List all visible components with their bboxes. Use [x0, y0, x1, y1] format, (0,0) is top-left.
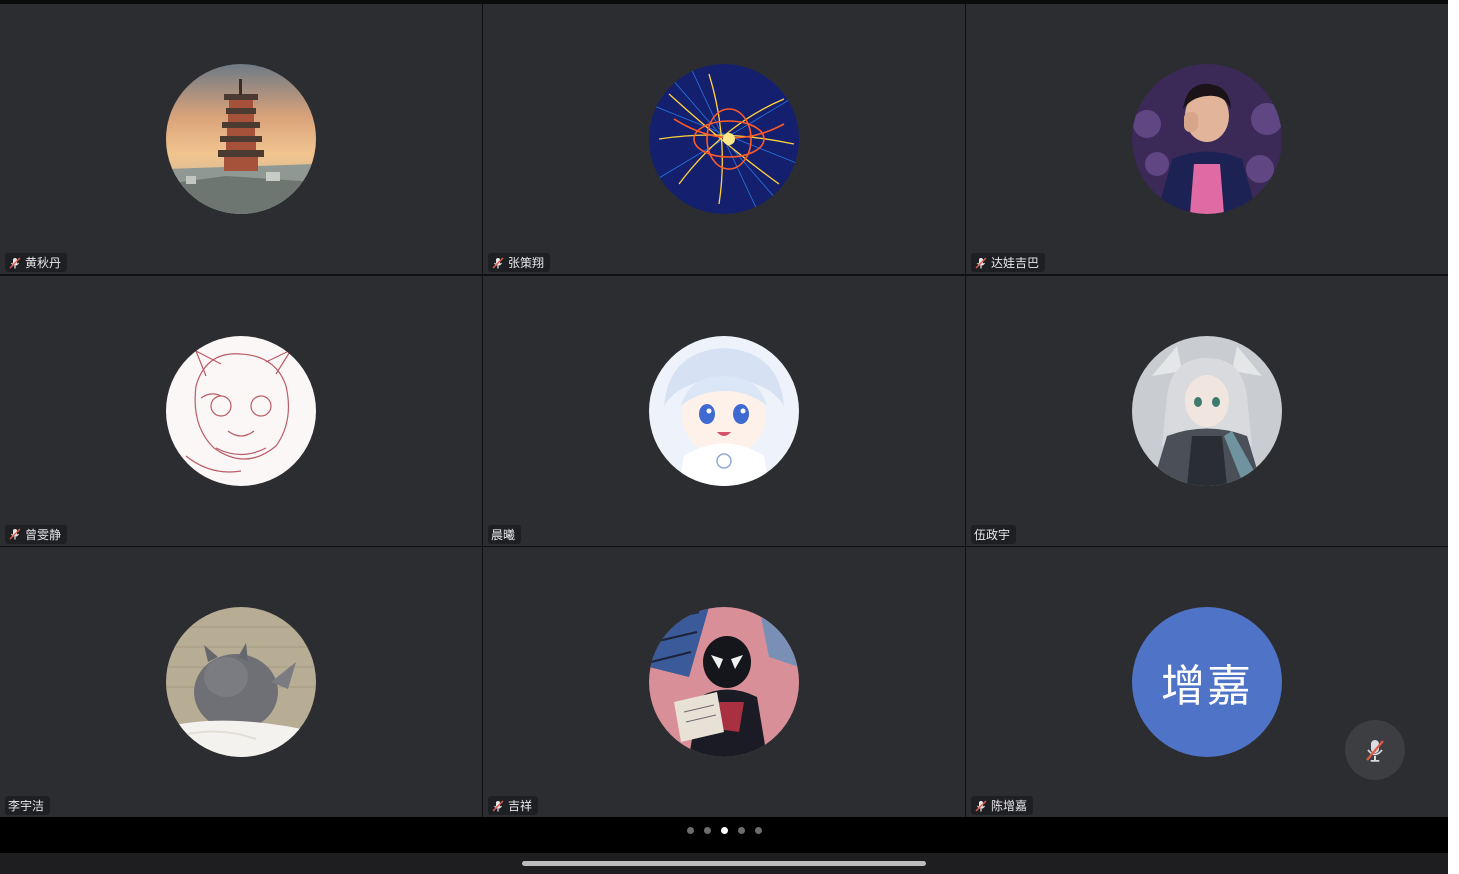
participant-tile[interactable]: 张策翔 [483, 4, 965, 274]
avatar [166, 607, 316, 757]
name-tag: 吉祥 [488, 796, 539, 815]
page-indicator[interactable] [0, 827, 1448, 834]
participant-name: 李宇洁 [8, 799, 45, 813]
meeting-screen: 黄秋丹 张策翔 达娃吉巴 曾雯静 晨曦 伍政宇 李宇洁 吉祥 增嘉 陈增嘉 [0, 0, 1448, 874]
home-bar [0, 853, 1448, 874]
avatar [649, 64, 799, 214]
participant-tile[interactable]: 李宇洁 [0, 547, 482, 817]
avatar [166, 335, 316, 486]
avatar [649, 335, 799, 486]
participant-name: 吉祥 [508, 799, 533, 813]
name-tag: 李宇洁 [5, 796, 51, 815]
cat-avatar-image [166, 607, 316, 757]
particle-avatar-image [649, 64, 799, 214]
sketch-avatar-image [166, 335, 316, 486]
anime-avatar-image [649, 335, 799, 486]
mic-muted-icon [1366, 740, 1384, 762]
name-tag: 晨曦 [488, 524, 522, 544]
participant-name: 伍政宇 [974, 527, 1011, 542]
anime-character-avatar-image [1132, 335, 1282, 486]
initials-avatar: 增嘉 [1132, 607, 1282, 757]
participant-name: 曾雯静 [25, 527, 62, 542]
mic-toggle-button[interactable] [1345, 720, 1405, 780]
pager-bar [0, 817, 1448, 853]
participant-tile[interactable]: 曾雯静 [0, 275, 482, 546]
name-tag: 张策翔 [488, 253, 551, 272]
participant-tile[interactable]: 黄秋丹 [0, 4, 482, 274]
page-dot[interactable] [703, 827, 711, 834]
name-tag: 曾雯静 [5, 524, 68, 544]
avatar [1132, 64, 1282, 214]
participant-name: 达娃吉巴 [991, 256, 1040, 270]
mic-muted-icon [8, 527, 22, 541]
page-dot[interactable] [686, 827, 694, 834]
comic-avatar-image [649, 607, 799, 757]
participant-name: 黄秋丹 [25, 256, 62, 270]
home-indicator[interactable] [522, 861, 926, 866]
mic-muted-icon [491, 256, 505, 270]
participant-name: 晨曦 [491, 527, 516, 542]
pagoda-avatar-image [166, 64, 316, 214]
name-tag: 陈增嘉 [971, 796, 1034, 815]
avatar [649, 607, 799, 757]
participant-tile[interactable]: 晨曦 [483, 275, 965, 546]
name-tag: 黄秋丹 [5, 253, 68, 272]
participant-tile[interactable]: 伍政宇 [966, 275, 1448, 546]
avatar [1132, 335, 1282, 486]
name-tag: 伍政宇 [971, 524, 1017, 544]
page-dot[interactable] [720, 827, 728, 834]
participant-name: 张策翔 [508, 256, 545, 270]
avatar [166, 64, 316, 214]
mic-muted-icon [8, 256, 22, 270]
mic-muted-icon [974, 799, 988, 813]
mic-muted-icon [491, 799, 505, 813]
name-tag: 达娃吉巴 [971, 253, 1046, 272]
person-avatar-image [1132, 64, 1282, 214]
participant-tile[interactable]: 达娃吉巴 [966, 4, 1448, 274]
participant-tile[interactable]: 吉祥 [483, 547, 965, 817]
mic-muted-icon [974, 256, 988, 270]
participant-name: 陈增嘉 [991, 799, 1028, 813]
participant-grid: 黄秋丹 张策翔 达娃吉巴 曾雯静 晨曦 伍政宇 李宇洁 吉祥 增嘉 陈增嘉 [0, 4, 1448, 817]
page-dot[interactable] [754, 827, 762, 834]
page-dot[interactable] [737, 827, 745, 834]
